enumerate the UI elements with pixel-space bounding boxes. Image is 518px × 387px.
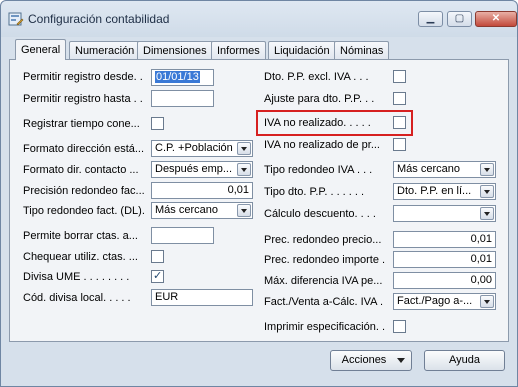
cod-divisa-input[interactable]: EUR <box>151 289 253 306</box>
divisa-ume-label: Divisa UME . . . . . . . . <box>23 271 130 283</box>
settings-window: Configuración contabilidad ▁ ▢ ✕ General… <box>0 0 518 387</box>
registrar-tiempo-label: Registrar tiempo cone... <box>23 118 140 130</box>
check-icon: ✓ <box>153 270 163 282</box>
cod-divisa-label: Cód. divisa local. . . . . <box>23 292 131 304</box>
permite-borrar-label: Permite borrar ctas. a... <box>23 230 138 242</box>
permitir-desde-label: Permitir registro desde. . <box>23 71 143 83</box>
chequear-utiliz-label: Chequear utiliz. ctas. ... <box>23 251 138 263</box>
chevron-down-icon[interactable] <box>480 163 494 176</box>
formato-direccion-label: Formato dirección está... <box>23 143 145 155</box>
formato-direccion-value: C.P. +Población <box>155 142 233 154</box>
title-bar[interactable]: Configuración contabilidad ▁ ▢ ✕ <box>1 1 517 37</box>
acciones-button[interactable]: Acciones <box>330 350 412 371</box>
tab-nominas[interactable]: Nóminas <box>334 41 390 60</box>
imprimir-especificacion-label: Imprimir especificación. . <box>264 321 386 333</box>
tipo-redondeo-fact-value: Más cercano <box>155 204 218 216</box>
chevron-down-icon[interactable] <box>237 204 251 217</box>
fact-venta-select[interactable]: Fact./Pago a-... <box>393 293 496 310</box>
iva-no-realizado-pr-checkbox[interactable] <box>393 138 406 151</box>
permitir-desde-input[interactable]: 01/01/13 <box>151 69 214 86</box>
ayuda-button[interactable]: Ayuda <box>424 350 505 371</box>
app-icon <box>8 12 24 26</box>
chevron-down-icon[interactable] <box>480 185 494 198</box>
tipo-dto-pp-select[interactable]: Dto. P.P. en lí... <box>393 183 496 200</box>
registrar-tiempo-checkbox[interactable] <box>151 117 164 130</box>
calculo-descuento-select[interactable] <box>393 205 496 222</box>
tipo-redondeo-iva-label: Tipo redondeo IVA . . . <box>264 164 373 176</box>
iva-no-realizado-checkbox[interactable] <box>393 116 406 129</box>
precision-redondeo-input[interactable]: 0,01 <box>151 182 253 199</box>
dto-pp-excl-label: Dto. P.P. excl. IVA . . . <box>264 71 369 83</box>
minimize-button[interactable]: ▁ <box>418 11 443 27</box>
prec-redondeo-importe-input[interactable]: 0,01 <box>393 251 496 268</box>
max-diferencia-iva-label: Máx. diferencia IVA pe... <box>264 275 383 287</box>
imprimir-especificacion-checkbox[interactable] <box>393 320 406 333</box>
divisa-ume-checkbox[interactable]: ✓ <box>151 270 164 283</box>
calculo-descuento-label: Cálculo descuento. . . . <box>264 208 376 220</box>
prec-redondeo-precio-input[interactable]: 0,01 <box>393 231 496 248</box>
permitir-hasta-label: Permitir registro hasta . . <box>23 93 143 105</box>
formato-contacto-label: Formato dir. contacto ... <box>23 164 139 176</box>
fact-venta-label: Fact./Venta a-Cálc. IVA . <box>264 296 384 308</box>
iva-no-realizado-label: IVA no realizado. . . . . <box>264 117 371 129</box>
permitir-hasta-input[interactable] <box>151 90 214 107</box>
ajuste-dto-checkbox[interactable] <box>393 92 406 105</box>
chevron-down-icon[interactable] <box>480 207 494 220</box>
tipo-redondeo-iva-value: Más cercano <box>397 163 460 175</box>
chequear-utiliz-checkbox[interactable] <box>151 250 164 263</box>
tab-informes[interactable]: Informes <box>211 41 266 60</box>
precision-redondeo-label: Precisión redondeo fac... <box>23 185 145 197</box>
formato-contacto-select[interactable]: Después emp... <box>151 161 253 178</box>
tab-general[interactable]: General <box>15 39 67 60</box>
ayuda-label: Ayuda <box>449 354 480 366</box>
tab-liquidacion[interactable]: Liquidación <box>268 41 336 60</box>
maximize-button[interactable]: ▢ <box>447 11 472 27</box>
formato-contacto-value: Después emp... <box>155 163 233 175</box>
prec-redondeo-importe-label: Prec. redondeo importe . <box>264 254 386 266</box>
tab-numeracion[interactable]: Numeración <box>69 41 141 60</box>
tipo-redondeo-fact-select[interactable]: Más cercano <box>151 202 253 219</box>
tab-dimensiones[interactable]: Dimensiones <box>137 41 213 60</box>
tipo-redondeo-fact-label: Tipo redondeo fact. (DL). <box>23 205 145 217</box>
chevron-down-icon <box>397 358 405 363</box>
dto-pp-excl-checkbox[interactable] <box>393 70 406 83</box>
permite-borrar-input[interactable] <box>151 227 214 244</box>
fact-venta-value: Fact./Pago a-... <box>397 295 473 307</box>
permitir-desde-value: 01/01/13 <box>155 71 200 83</box>
tipo-redondeo-iva-select[interactable]: Más cercano <box>393 161 496 178</box>
window-title: Configuración contabilidad <box>28 12 170 26</box>
tipo-dto-pp-value: Dto. P.P. en lí... <box>397 185 472 197</box>
acciones-label: Acciones <box>341 354 387 366</box>
tipo-dto-pp-label: Tipo dto. P.P. . . . . . . <box>264 186 365 198</box>
prec-redondeo-precio-label: Prec. redondeo precio... <box>264 234 382 246</box>
chevron-down-icon[interactable] <box>237 142 251 155</box>
ajuste-dto-label: Ajuste para dto. P.P. . . <box>264 93 375 105</box>
formato-direccion-select[interactable]: C.P. +Población <box>151 140 253 157</box>
iva-no-realizado-pr-label: IVA no realizado de pr... <box>264 139 380 151</box>
chevron-down-icon[interactable] <box>237 163 251 176</box>
max-diferencia-iva-input[interactable]: 0,00 <box>393 272 496 289</box>
chevron-down-icon[interactable] <box>480 295 494 308</box>
close-button[interactable]: ✕ <box>475 11 517 27</box>
